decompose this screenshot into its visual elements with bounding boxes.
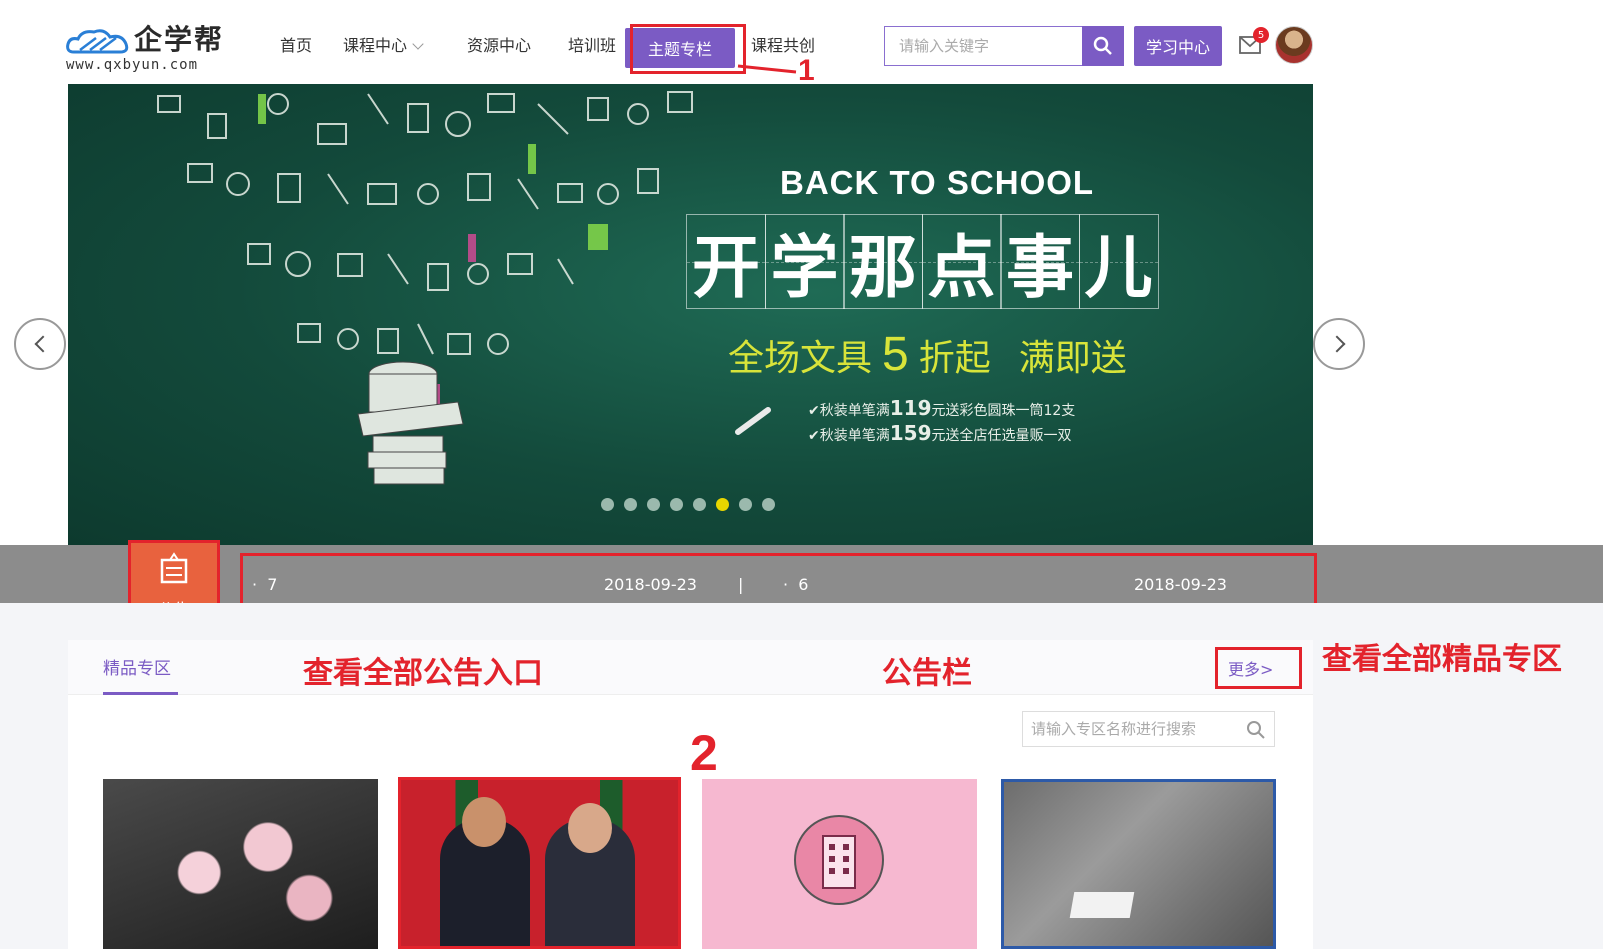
tab-active-underline	[103, 692, 178, 695]
banner-title: 开 学 那 点 事 儿	[686, 214, 1159, 309]
zone-search-input[interactable]	[1023, 712, 1238, 746]
slide-dot[interactable]	[739, 498, 752, 511]
featured-zone-tabbar	[68, 640, 1313, 695]
banner-title-char: 学	[764, 214, 845, 309]
promo-line-2-prefix: ✔秋装单笔满	[808, 428, 890, 444]
annotation-number-1: 1	[798, 54, 815, 87]
banner-title-char: 儿	[1078, 214, 1159, 309]
annotation-number-2: 2	[690, 725, 718, 781]
banner-title-char: 事	[1000, 214, 1080, 309]
building-glyph	[822, 835, 856, 889]
slide-indicators	[601, 498, 775, 511]
promo-number: 5	[882, 328, 909, 381]
banner-promo: 全场文具 5 折起 满即送	[728, 327, 1127, 382]
promo-line-2: ✔秋装单笔满159元送全店任选量贩一双	[808, 421, 1071, 445]
zone-search	[1022, 711, 1275, 747]
zone-card[interactable]	[702, 779, 977, 949]
promo-line-1-prefix: ✔秋装单笔满	[808, 403, 890, 419]
chevron-left-icon	[34, 335, 51, 353]
promo-extra: 满即送	[1018, 338, 1127, 379]
slide-dot[interactable]	[647, 498, 660, 511]
promo-line-2-suffix: 元送全店任选量贩一双	[931, 428, 1072, 444]
search-icon[interactable]	[1246, 720, 1266, 740]
slide-dot[interactable]	[624, 498, 637, 511]
tab-featured-zone[interactable]: 精品专区	[103, 654, 171, 679]
zone-card[interactable]	[1001, 779, 1276, 949]
banner-subtitle-en: BACK TO SCHOOL	[780, 164, 1095, 201]
chevron-right-icon	[1328, 335, 1345, 353]
banner-next-button[interactable]	[1313, 318, 1365, 370]
slide-dot[interactable]	[601, 498, 614, 511]
promo-line-2-amount: 159	[889, 421, 932, 445]
building-icon	[794, 815, 884, 905]
promo-line-1-amount: 119	[889, 396, 932, 420]
chalk-icon	[735, 407, 771, 435]
annotation-label-notice-entry: 查看全部公告入口	[303, 656, 543, 691]
annotation-label-all-zones: 查看全部精品专区	[1322, 642, 1562, 677]
card-paper-shape	[1069, 892, 1135, 918]
slide-dot[interactable]	[693, 498, 706, 511]
zone-card[interactable]	[103, 779, 378, 949]
promo-line-1-suffix: 元送彩色圆珠一筒12支	[931, 403, 1076, 419]
slide-dot[interactable]	[670, 498, 683, 511]
slide-dot-active[interactable]	[716, 498, 729, 511]
hero-banner[interactable]: BACK TO SCHOOL 开 学 那 点 事 儿 全场文具 5 折起 满即送 ✔秋…	[68, 84, 1313, 545]
stationery-doodles-illustration	[157, 91, 693, 485]
slide-dot[interactable]	[762, 498, 775, 511]
promo-line-1: ✔秋装单笔满119元送彩色圆珠一筒12支	[808, 396, 1075, 420]
banner-title-char: 点	[921, 214, 1002, 309]
annotation-box-2	[398, 777, 681, 949]
promo-prefix: 全场文具	[728, 338, 873, 379]
banner-title-char: 那	[843, 214, 923, 309]
annotation-box-more	[1215, 647, 1302, 689]
banner-prev-button[interactable]	[14, 318, 66, 370]
banner-title-char: 开	[686, 214, 766, 309]
annotation-label-notice-bar: 公告栏	[882, 656, 972, 691]
promo-suffix: 折起	[918, 338, 991, 379]
